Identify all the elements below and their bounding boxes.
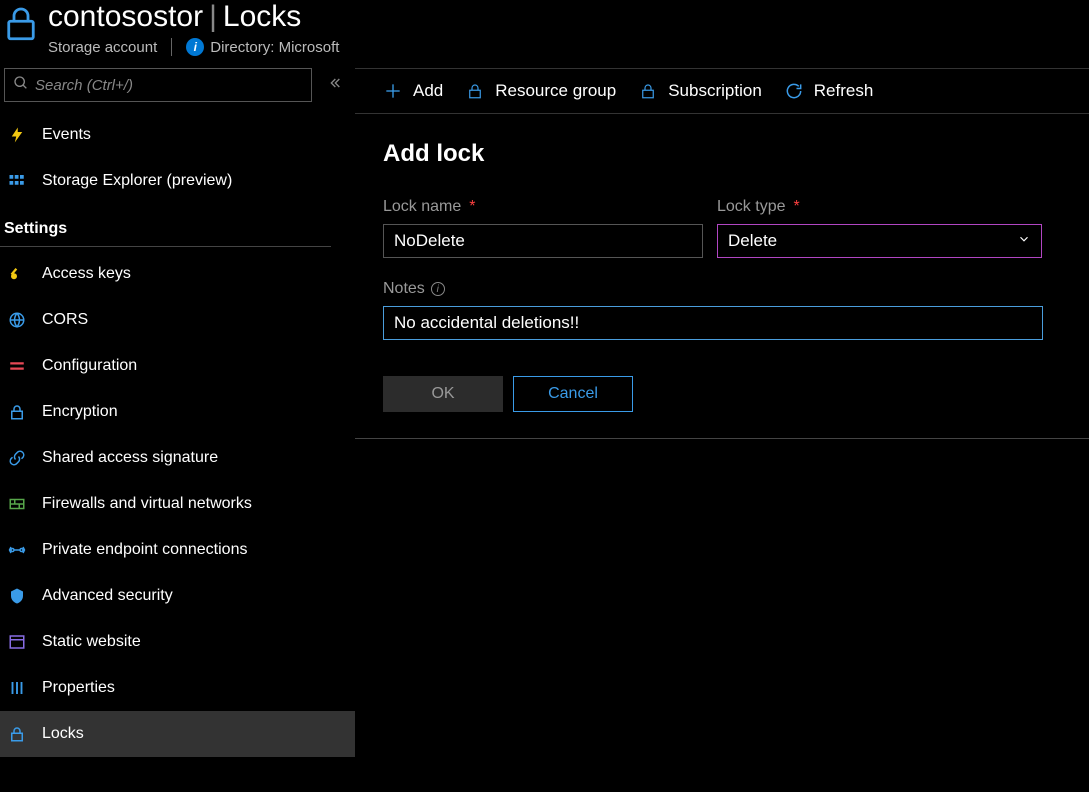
sidebar-item-label: Configuration (42, 357, 137, 375)
lock-icon (0, 2, 42, 44)
sidebar-item-locks[interactable]: Locks (0, 711, 355, 757)
page-header: contosostor | Locks Storage account i Di… (0, 0, 1089, 68)
lock-icon (6, 401, 28, 423)
panel-title: Add lock (383, 140, 1061, 168)
directory-label: Directory: Microsoft (210, 39, 339, 56)
add-button[interactable]: Add (383, 81, 443, 101)
globe-icon (6, 309, 28, 331)
info-icon: i (186, 38, 204, 56)
search-icon (13, 75, 29, 96)
sidebar-item-label: CORS (42, 311, 88, 329)
add-lock-panel: Add lock Lock name* Lock type* Delete (355, 114, 1089, 439)
collapse-sidebar-icon[interactable] (326, 75, 342, 96)
refresh-button[interactable]: Refresh (784, 81, 874, 101)
firewall-icon (6, 493, 28, 515)
endpoint-icon (6, 539, 28, 561)
search-input[interactable] (35, 77, 303, 94)
sidebar-item-events[interactable]: Events (0, 112, 355, 158)
lock-icon (465, 81, 485, 101)
chevron-down-icon (1017, 231, 1031, 251)
sidebar-item-label: Events (42, 126, 91, 144)
toolbar-label: Subscription (668, 81, 762, 101)
website-icon (6, 631, 28, 653)
key-icon (6, 263, 28, 285)
sidebar-item-label: Advanced security (42, 587, 173, 605)
toolbar-label: Refresh (814, 81, 874, 101)
toolbar-label: Resource group (495, 81, 616, 101)
sidebar-item-label: Access keys (42, 265, 131, 283)
sidebar-item-advanced-security[interactable]: Advanced security (0, 573, 355, 619)
resource-group-button[interactable]: Resource group (465, 81, 616, 101)
meta-separator (171, 38, 172, 56)
sidebar-section-settings: Settings (0, 204, 331, 247)
title-divider: | (209, 0, 217, 34)
sidebar-item-label: Locks (42, 725, 84, 743)
sidebar-item-label: Private endpoint connections (42, 541, 247, 559)
grid-icon (6, 170, 28, 192)
plus-icon (383, 81, 403, 101)
lock-type-select[interactable]: Delete (717, 224, 1042, 258)
sidebar-item-static-website[interactable]: Static website (0, 619, 355, 665)
sidebar-item-configuration[interactable]: Configuration (0, 343, 355, 389)
sidebar-item-label: Properties (42, 679, 115, 697)
properties-icon (6, 677, 28, 699)
sidebar-item-encryption[interactable]: Encryption (0, 389, 355, 435)
main-panel: Add Resource group Subscription Refresh (355, 68, 1089, 786)
sidebar-item-firewalls[interactable]: Firewalls and virtual networks (0, 481, 355, 527)
subscription-button[interactable]: Subscription (638, 81, 762, 101)
required-star: * (469, 198, 475, 216)
sidebar-item-cors[interactable]: CORS (0, 297, 355, 343)
cancel-button[interactable]: Cancel (513, 376, 633, 412)
toolbar-label: Add (413, 81, 443, 101)
toolbar: Add Resource group Subscription Refresh (355, 69, 1089, 114)
ok-button[interactable]: OK (383, 376, 503, 412)
sidebar-item-label: Static website (42, 633, 141, 651)
refresh-icon (784, 81, 804, 101)
lock-name-label: Lock name* (383, 198, 703, 216)
sidebar-item-access-keys[interactable]: Access keys (0, 251, 355, 297)
sidebar-item-storage-explorer[interactable]: Storage Explorer (preview) (0, 158, 355, 204)
required-star: * (793, 198, 799, 216)
sidebar-item-label: Shared access signature (42, 449, 218, 467)
sidebar-item-label: Encryption (42, 403, 118, 421)
resource-name: contosostor (48, 0, 203, 34)
lock-name-input[interactable] (383, 224, 703, 258)
sidebar-item-private-endpoint[interactable]: Private endpoint connections (0, 527, 355, 573)
page-title: Locks (223, 0, 301, 34)
select-value: Delete (728, 231, 777, 251)
notes-label: Notes i (383, 280, 1061, 298)
sidebar-item-sas[interactable]: Shared access signature (0, 435, 355, 481)
slider-icon (6, 355, 28, 377)
shield-icon (6, 585, 28, 607)
sidebar-item-label: Storage Explorer (preview) (42, 172, 232, 190)
sidebar-item-label: Firewalls and virtual networks (42, 495, 252, 513)
resource-type: Storage account (48, 39, 157, 56)
sidebar-scroll[interactable]: Events Storage Explorer (preview) Settin… (0, 109, 355, 786)
link-icon (6, 447, 28, 469)
lightning-icon (6, 124, 28, 146)
sidebar: Events Storage Explorer (preview) Settin… (0, 68, 355, 786)
info-icon: i (431, 282, 445, 296)
lock-icon (638, 81, 658, 101)
search-box[interactable] (4, 68, 312, 102)
sidebar-item-properties[interactable]: Properties (0, 665, 355, 711)
lock-icon (6, 723, 28, 745)
notes-input[interactable] (383, 306, 1043, 340)
lock-type-label: Lock type* (717, 198, 1042, 216)
